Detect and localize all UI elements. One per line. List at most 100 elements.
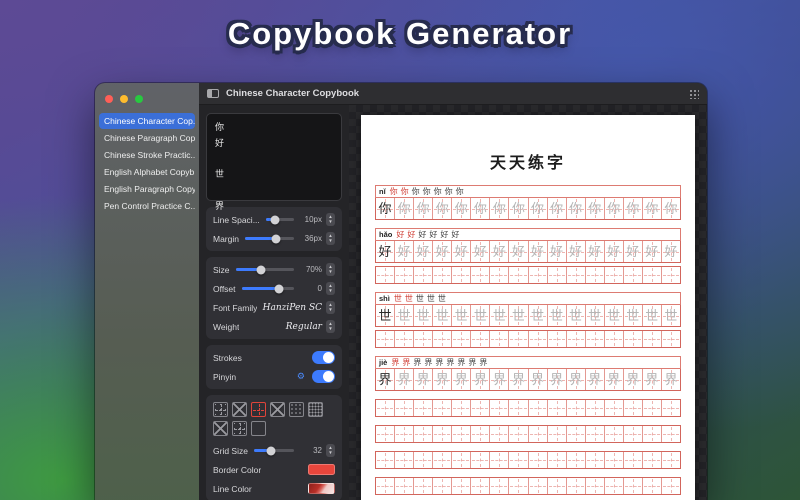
practice-cell: 你 — [376, 198, 396, 219]
practice-character: 好 — [378, 244, 392, 259]
strokes-row: Strokes — [213, 348, 335, 367]
grid-style-button-7[interactable] — [213, 421, 228, 436]
sidebar: Chinese Character Cop... Chinese Paragrap… — [95, 83, 199, 500]
size-slider[interactable] — [235, 265, 294, 274]
grid-size-stepper[interactable]: ▲ ▼ — [326, 444, 335, 457]
grid-style-button-5[interactable] — [289, 402, 304, 417]
stroke-order-strip: shì 世世世世世 — [375, 292, 681, 305]
practice-character: 界 — [473, 372, 487, 387]
practice-row: 好好好好好好好好好好好好好好好好 — [375, 241, 681, 263]
close-window-button[interactable] — [105, 95, 113, 103]
line-spacing-slider-knob[interactable] — [270, 215, 280, 224]
grid-cell — [548, 478, 567, 494]
margin-slider[interactable] — [244, 234, 294, 243]
stroke-order-glyph: 界 — [435, 357, 444, 367]
grid-size-slider[interactable] — [253, 446, 294, 455]
sidebar-item-4[interactable]: English Alphabet Copyb... — [99, 164, 195, 180]
practice-character: 好 — [550, 244, 564, 259]
copybook-paper: 天天练字 nǐ 你你你你你你你你你你你你你你你你你你你你你你你 hǎo 好好好好好好好… — [361, 115, 695, 500]
pinyin-label: shì — [379, 294, 390, 303]
offset-slider[interactable] — [241, 284, 294, 293]
pinyin-label: Pinyin — [213, 371, 237, 382]
practice-character: 世 — [416, 308, 430, 323]
line-color-swatch[interactable] — [308, 483, 335, 494]
grid-cell — [414, 426, 434, 442]
stepper-down-icon: ▼ — [328, 218, 333, 224]
grid-style-button-4[interactable] — [270, 402, 285, 417]
characters-input[interactable]: 你 好 世 界 — [206, 113, 342, 211]
grid-cell — [471, 267, 491, 283]
sidebar-item-3[interactable]: Chinese Stroke Practic... — [99, 147, 195, 163]
grid-cell — [433, 452, 453, 468]
practice-character: 你 — [454, 201, 468, 216]
border-color-swatch[interactable] — [308, 464, 335, 475]
pinyin-settings-gear-icon[interactable]: ⚙ — [297, 371, 305, 382]
grid-cell — [433, 400, 453, 416]
grid-cell — [624, 400, 643, 416]
sidebar-item-1[interactable]: Chinese Character Cop... — [99, 113, 195, 129]
sidebar-item-5[interactable]: English Paragraph Copy... — [99, 181, 195, 197]
grid-style-button-3[interactable] — [251, 402, 266, 417]
grid-cell — [490, 478, 510, 494]
margin-row: Margin 36px ▲ ▼ — [213, 229, 335, 248]
grid-cell — [624, 452, 643, 468]
line-spacing-stepper[interactable]: ▲ ▼ — [326, 213, 335, 226]
size-slider-knob[interactable] — [256, 265, 266, 274]
grid-view-icon[interactable] — [689, 88, 699, 99]
grid-cell — [662, 452, 680, 468]
strokes-toggle[interactable] — [312, 351, 335, 364]
zoom-window-button[interactable] — [135, 95, 143, 103]
stroke-order-glyph: 界 — [391, 357, 400, 367]
practice-character: 世 — [607, 308, 621, 323]
toggle-sidebar-icon[interactable] — [207, 89, 219, 98]
offset-slider-knob[interactable] — [274, 284, 284, 293]
practice-character: 世 — [435, 308, 449, 323]
minimize-window-button[interactable] — [120, 95, 128, 103]
grid-style-button-1[interactable] — [213, 402, 228, 417]
weight-select[interactable]: ▲ ▼ — [326, 320, 335, 333]
grid-cell — [605, 426, 624, 442]
practice-cell: 界 — [471, 369, 491, 390]
margin-slider-knob[interactable] — [271, 234, 281, 243]
practice-character: 你 — [531, 201, 545, 216]
practice-cell: 好 — [471, 241, 491, 262]
stroke-order-glyph: 好 — [429, 229, 438, 239]
practice-cell: 好 — [490, 241, 510, 262]
weight-row: Weight Regular ▲ ▼ — [213, 317, 335, 336]
sidebar-item-6[interactable]: Pen Control Practice C... — [99, 198, 195, 214]
grid-style-button-9[interactable] — [251, 421, 266, 436]
line-spacing-label: Line Spaci... — [213, 214, 260, 225]
line-spacing-slider[interactable] — [265, 215, 294, 224]
offset-stepper[interactable]: ▲ ▼ — [326, 282, 335, 295]
grid-cell — [605, 331, 624, 347]
grid-cell — [395, 400, 415, 416]
stroke-order-glyph: 世 — [437, 293, 446, 303]
practice-cell: 你 — [395, 198, 415, 219]
practice-cell: 你 — [567, 198, 586, 219]
size-stepper[interactable]: ▲ ▼ — [326, 263, 335, 276]
grid-cell — [509, 400, 529, 416]
practice-cell: 世 — [567, 305, 586, 326]
practice-character: 你 — [626, 201, 640, 216]
grid-cell — [624, 267, 643, 283]
pinyin-toggle[interactable] — [312, 370, 335, 383]
font-family-select[interactable]: ▲ ▼ — [326, 301, 335, 314]
grid-style-button-8[interactable] — [232, 421, 247, 436]
window-content: 你 好 世 界 Line Spaci... 10px ▲ ▼ Margin 36px ▲ ▼ S… — [199, 105, 707, 500]
character-block-1: nǐ 你你你你你你你你你你你你你你你你你你你你你你你 — [375, 185, 681, 220]
practice-character: 界 — [550, 372, 564, 387]
grid-style-button-2[interactable] — [232, 402, 247, 417]
stroke-order-glyph: 好 — [396, 229, 405, 239]
practice-cell: 世 — [471, 305, 491, 326]
practice-character: 你 — [664, 201, 678, 216]
border-color-row: Border Color — [213, 460, 335, 479]
grid-cell — [529, 331, 548, 347]
grid-style-button-6[interactable] — [308, 402, 323, 417]
empty-practice-row — [375, 266, 681, 284]
practice-cell: 界 — [624, 369, 643, 390]
offset-row: Offset 0 ▲ ▼ — [213, 279, 335, 298]
grid-size-slider-knob[interactable] — [266, 446, 276, 455]
sidebar-item-2[interactable]: Chinese Paragraph Cop... — [99, 130, 195, 146]
margin-stepper[interactable]: ▲ ▼ — [326, 232, 335, 245]
practice-cell: 你 — [433, 198, 453, 219]
